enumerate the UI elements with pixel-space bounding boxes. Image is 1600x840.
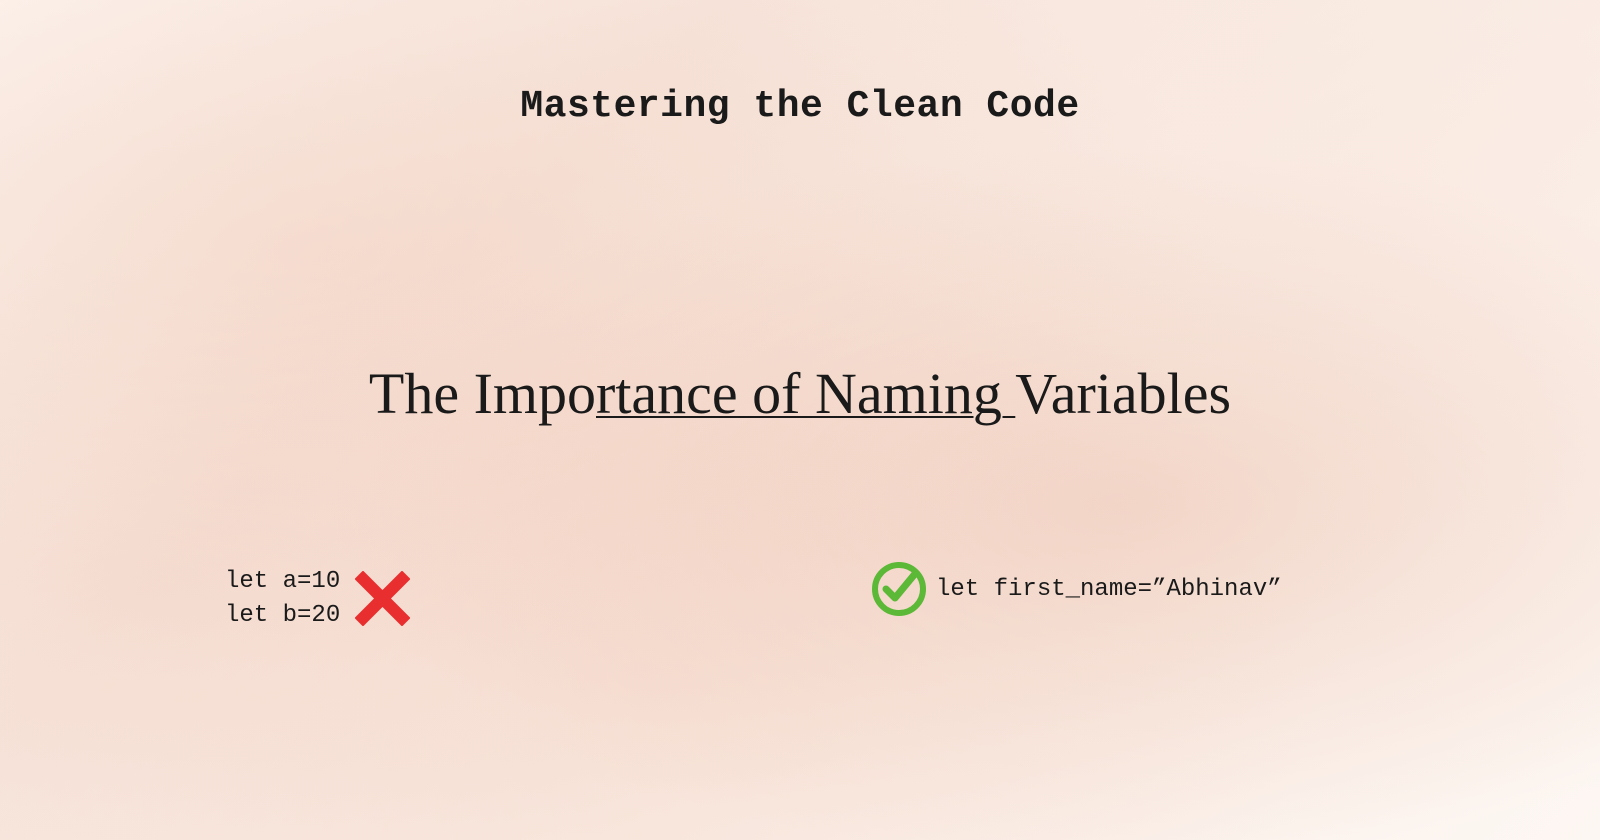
bad-example-block: let a=10 let b=20 <box>225 565 410 632</box>
bad-code-line-2: let b=20 <box>225 599 340 633</box>
page-header-title: Mastering the Clean Code <box>520 85 1079 128</box>
main-title: The Importance of Naming Variables <box>369 360 1231 427</box>
title-suffix: Variables <box>1015 361 1231 426</box>
bad-code-lines: let a=10 let b=20 <box>225 565 340 632</box>
good-example-block: let first_name=”Abhinav” <box>870 560 1282 618</box>
title-underlined: rtance of Naming <box>596 361 1015 426</box>
good-code-line: let first_name=”Abhinav” <box>936 576 1282 603</box>
title-prefix: The Impo <box>369 361 596 426</box>
cross-icon <box>355 571 410 626</box>
bad-code-line-1: let a=10 <box>225 565 340 599</box>
check-icon <box>870 560 928 618</box>
